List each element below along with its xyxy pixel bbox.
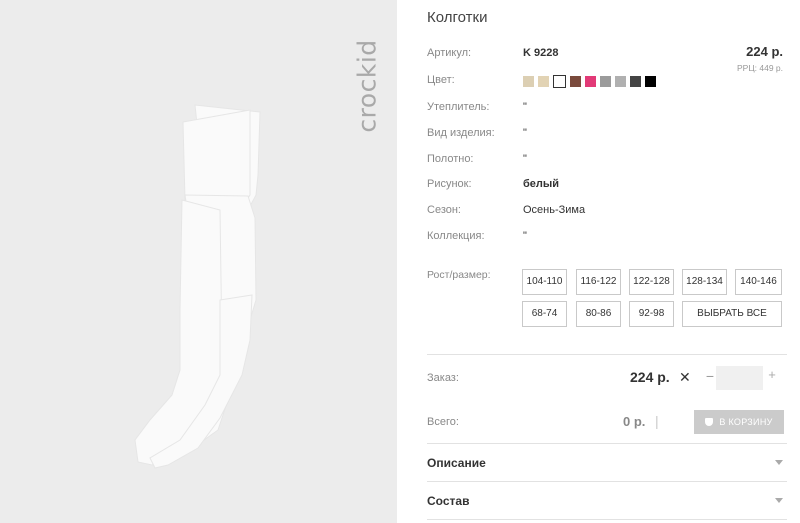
increase-quantity-button[interactable]: + [764,367,780,382]
attr-item-type: Вид изделия: " [427,127,787,143]
attr-pattern: Рисунок: белый [427,178,787,194]
attr-label: Рисунок: [427,178,472,190]
order-price: 224 р. [630,369,670,385]
add-to-cart-label: В КОРЗИНУ [719,417,773,427]
chevron-down-icon [775,460,783,465]
select-all-sizes-button[interactable]: ВЫБРАТЬ ВСЕ [682,301,782,327]
size-option[interactable]: 80-86 [576,301,621,327]
color-swatch[interactable] [645,76,656,87]
divider [427,481,787,482]
sizes-label: Рост/размер: [427,269,491,281]
attr-value: " [523,101,527,113]
tights-image [134,104,261,469]
color-swatch[interactable] [600,76,611,87]
attr-value: " [523,230,527,242]
separator: | [655,413,659,429]
accordion-composition[interactable]: Состав [427,494,787,514]
total-label: Всего: [427,416,459,428]
size-option[interactable]: 116-122 [576,269,621,295]
divider [427,519,787,520]
color-swatch-selected[interactable] [553,75,566,88]
quantity-input[interactable] [716,366,763,390]
size-option[interactable]: 122-128 [629,269,674,295]
color-swatch[interactable] [615,76,626,87]
color-swatch[interactable] [538,76,549,87]
brand-logo: crockid [352,14,382,159]
attr-label: Цвет: [427,74,455,86]
total-value: 0 р. [623,414,646,429]
product-title: Колготки [427,9,488,26]
color-swatch[interactable] [570,76,581,87]
attr-season: Сезон: Осень-Зима [427,204,787,220]
attr-value: белый [523,178,560,190]
attr-fabric: Полотно: " [427,153,787,169]
decrease-quantity-button[interactable]: − [703,368,717,384]
rrp-price: РРЦ: 449 р. [737,63,783,73]
attr-label: Полотно: [427,153,474,165]
size-option[interactable]: 140-146 [735,269,782,295]
add-to-cart-button[interactable]: В КОРЗИНУ [694,410,784,434]
product-details: Колготки 224 р. РРЦ: 449 р. Артикул: K 9… [427,0,787,523]
color-swatch[interactable] [630,76,641,87]
attr-label: Утеплитель: [427,101,490,113]
attr-label: Артикул: [427,47,472,59]
attr-value: Осень-Зима [523,204,586,216]
attr-collection: Коллекция: " [427,230,787,246]
attr-value: " [523,127,527,139]
divider [427,354,787,355]
attr-label: Коллекция: [427,230,485,242]
size-option[interactable]: 104-110 [522,269,567,295]
accordion-title: Описание [427,456,486,470]
color-swatches [523,75,656,88]
attr-insulation: Утеплитель: " [427,101,787,117]
chevron-down-icon [775,498,783,503]
order-label: Заказ: [427,372,459,384]
multiply-icon: ✕ [679,369,691,385]
attr-label: Сезон: [427,204,461,216]
brand-wordmark: crockid [352,39,382,133]
attr-label: Вид изделия: [427,127,495,139]
size-option[interactable]: 68-74 [522,301,567,327]
color-swatch[interactable] [523,76,534,87]
color-swatch[interactable] [585,76,596,87]
size-option[interactable]: 92-98 [629,301,674,327]
divider [427,443,787,444]
attr-value: K 9228 [523,47,559,59]
accordion-description[interactable]: Описание [427,456,787,476]
bag-icon [705,418,714,426]
attr-value: " [523,153,527,165]
product-image[interactable]: crockid [0,0,397,523]
accordion-title: Состав [427,494,470,508]
attr-article: Артикул: K 9228 [427,47,787,63]
size-option[interactable]: 128-134 [682,269,727,295]
